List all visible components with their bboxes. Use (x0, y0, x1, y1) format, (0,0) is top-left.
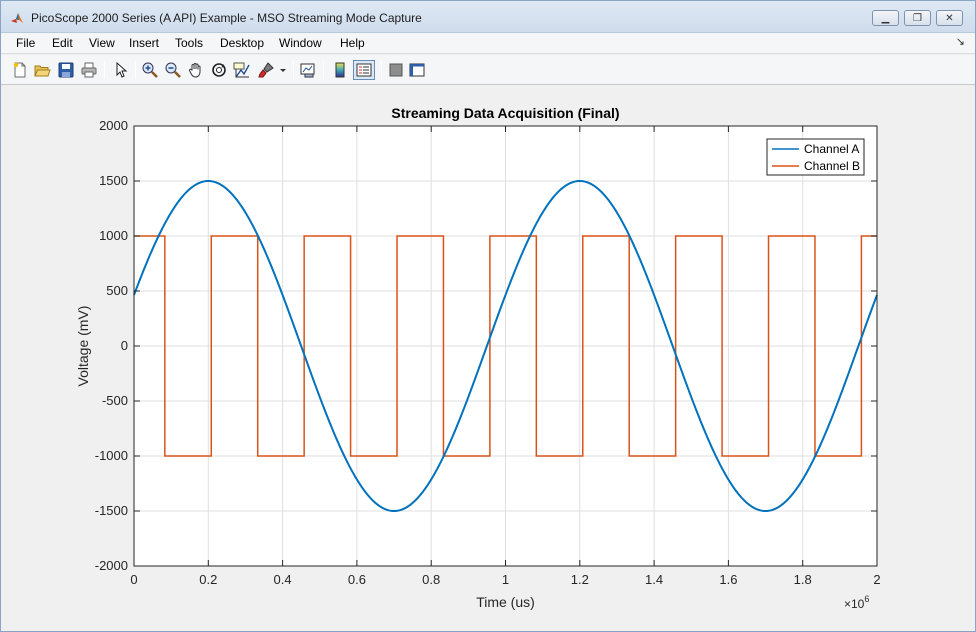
y-tick-label: 0 (121, 338, 128, 353)
x-axis-exponent: ×106 (844, 594, 869, 611)
minimize-icon: ▁ (881, 12, 890, 24)
restore-button[interactable]: ❐ (904, 10, 931, 26)
zoom-in-icon[interactable] (141, 61, 159, 79)
y-axis-label: Voltage (mV) (75, 306, 91, 387)
figure-window: PicoScope 2000 Series (A API) Example - … (0, 0, 976, 632)
x-tick-label: 1 (502, 572, 509, 587)
toolbar-separator (323, 61, 324, 79)
dock-arrow-icon[interactable]: ↘ (956, 35, 965, 48)
x-tick-label: 1.8 (794, 572, 812, 587)
x-tick-label: 0.8 (422, 572, 440, 587)
y-tick-label: 500 (106, 283, 128, 298)
toolbar-separator (104, 61, 105, 79)
rotate-3d-icon[interactable] (210, 61, 228, 79)
y-tick-label: -1500 (95, 503, 128, 518)
x-tick-label: 1.4 (645, 572, 663, 587)
menu-view[interactable]: View (89, 36, 115, 50)
x-tick-label: 2 (873, 572, 880, 587)
y-tick-label: 1000 (99, 228, 128, 243)
open-file-icon[interactable] (33, 61, 51, 79)
y-tick-label: -2000 (95, 558, 128, 573)
x-exponent-base: ×10 (844, 597, 865, 611)
zoom-out-icon[interactable] (164, 61, 182, 79)
brush-icon[interactable] (257, 61, 275, 79)
show-plot-tools-icon[interactable] (408, 61, 426, 79)
close-icon: ✕ (945, 12, 954, 24)
legend-label: Channel B (804, 159, 860, 173)
toolbar-separator (135, 61, 136, 79)
toolbar-separator (293, 61, 294, 79)
menu-help[interactable]: Help (340, 36, 365, 50)
legend[interactable]: Channel A Channel B (766, 138, 865, 176)
colorbar-icon[interactable] (331, 61, 349, 79)
hide-plot-tools-icon[interactable] (387, 61, 405, 79)
pan-hand-icon[interactable] (187, 61, 205, 79)
y-tick-label: -500 (102, 393, 128, 408)
figure-toolbar (1, 55, 975, 85)
link-plot-icon[interactable] (299, 61, 317, 79)
close-button[interactable]: ✕ (936, 10, 963, 26)
new-figure-icon[interactable] (11, 61, 29, 79)
x-tick-label: 0.2 (199, 572, 217, 587)
window-title: PicoScope 2000 Series (A API) Example - … (31, 11, 422, 25)
legend-label: Channel A (804, 142, 859, 156)
print-icon[interactable] (80, 61, 98, 79)
y-tick-label: 1500 (99, 173, 128, 188)
data-cursor-icon[interactable] (233, 61, 251, 79)
menu-window[interactable]: Window (279, 36, 322, 50)
x-tick-label: 0.4 (274, 572, 292, 587)
x-axis-label: Time (us) (476, 594, 535, 610)
y-tick-label: 2000 (99, 118, 128, 133)
menu-tools[interactable]: Tools (175, 36, 203, 50)
menu-bar: File Edit View Insert Tools Desktop Wind… (1, 33, 975, 54)
menu-file[interactable]: File (16, 36, 35, 50)
brush-dropdown-icon[interactable] (278, 61, 288, 79)
x-tick-label: 1.2 (571, 572, 589, 587)
restore-icon: ❐ (913, 12, 922, 24)
y-tick-label: -1000 (95, 448, 128, 463)
figure-canvas: 0 0.2 0.4 0.6 0.8 1 1.2 1.4 1.6 1.8 2 -2000 -1500 -10… (2, 86, 974, 631)
chart-title: Streaming Data Acquisition (Final) (391, 105, 619, 121)
menu-desktop[interactable]: Desktop (220, 36, 264, 50)
x-tick-label: 0.6 (348, 572, 366, 587)
minimize-button[interactable]: ▁ (872, 10, 899, 26)
menu-insert[interactable]: Insert (129, 36, 159, 50)
chart-svg: 0 0.2 0.4 0.6 0.8 1 1.2 1.4 1.6 1.8 2 -2000 -1500 -10… (75, 105, 881, 611)
legend-icon[interactable] (353, 60, 375, 80)
toolbar-separator (381, 61, 382, 79)
save-icon[interactable] (57, 61, 75, 79)
x-exponent-power: 6 (864, 594, 869, 604)
x-tick-label: 1.6 (719, 572, 737, 587)
matlab-logo-icon (11, 13, 23, 23)
select-arrow-icon[interactable] (112, 61, 130, 79)
title-bar[interactable]: PicoScope 2000 Series (A API) Example - … (1, 1, 975, 33)
menu-edit[interactable]: Edit (52, 36, 73, 50)
x-tick-label: 0 (130, 572, 137, 587)
